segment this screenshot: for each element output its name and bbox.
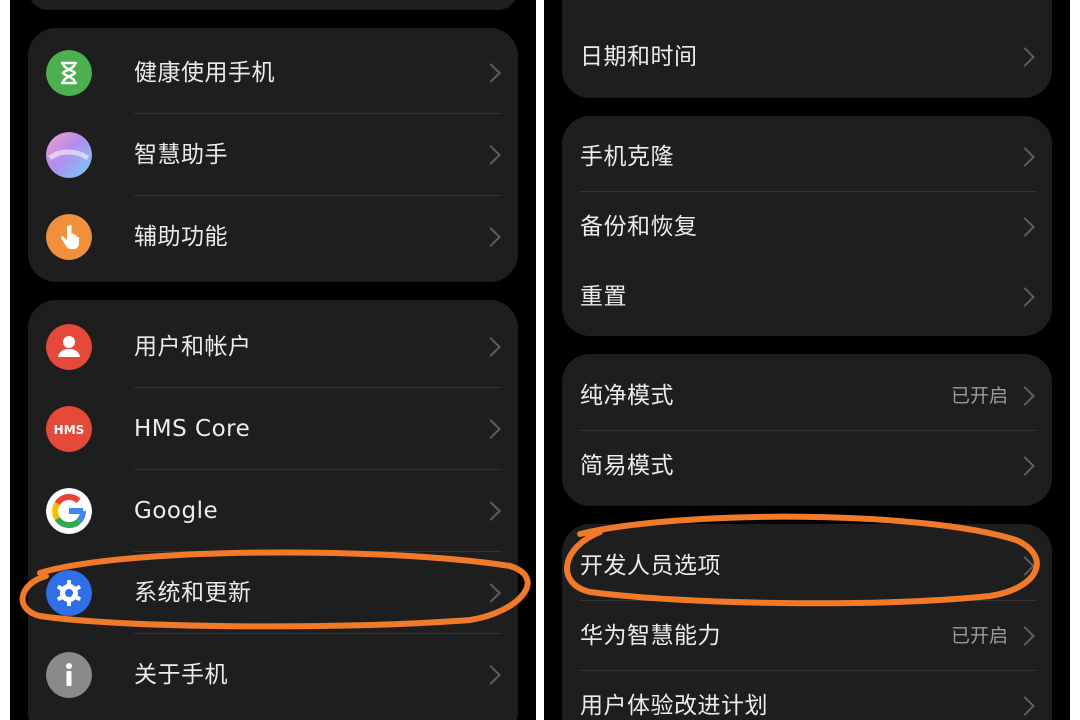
settings-item-label: 纯净模式 <box>580 383 674 409</box>
chevron-right-icon <box>1015 626 1035 646</box>
chevron-right-icon <box>481 145 501 165</box>
settings-item-developer-options[interactable]: 开发人员选项 <box>562 531 1052 601</box>
settings-item-phone-clone[interactable]: 手机克隆 <box>562 122 1052 192</box>
settings-item-simple-mode[interactable]: 简易模式 <box>562 431 1052 501</box>
right-settings-screen: 日期和时间 手机克隆 备份和恢复 重置 纯净模式 已开启 简易模式 开发人员选项… <box>544 0 1070 720</box>
settings-item-label: 备份和恢复 <box>580 214 698 240</box>
settings-item-label: 华为智慧能力 <box>580 623 721 649</box>
chevron-right-icon <box>481 501 501 521</box>
gear-icon <box>46 570 92 616</box>
chevron-right-icon <box>481 63 501 83</box>
settings-item-label: 日期和时间 <box>580 44 698 70</box>
hms-core-icon: HMS <box>46 406 92 452</box>
settings-item-label: 开发人员选项 <box>580 553 721 579</box>
settings-item-about-phone[interactable]: 关于手机 <box>28 634 518 716</box>
settings-item-label: 健康使用手机 <box>134 60 275 86</box>
settings-item-digital-balance[interactable]: 健康使用手机 <box>28 32 518 114</box>
settings-item-label: 简易模式 <box>580 453 674 479</box>
settings-item-label: 用户体验改进计划 <box>580 693 768 719</box>
settings-card-datetime: 日期和时间 <box>562 0 1052 98</box>
chevron-right-icon <box>481 665 501 685</box>
settings-item-label: Google <box>134 498 219 524</box>
settings-item-label: 用户和帐户 <box>134 334 252 360</box>
chevron-right-icon <box>481 337 501 357</box>
user-icon <box>46 324 92 370</box>
chevron-right-icon <box>1015 147 1035 167</box>
settings-item-accessibility[interactable]: 辅助功能 <box>28 196 518 278</box>
hand-touch-icon <box>46 214 92 260</box>
settings-card-developer: 开发人员选项 华为智慧能力 已开启 用户体验改进计划 <box>562 524 1052 720</box>
settings-item-label: HMS Core <box>134 416 251 442</box>
chevron-right-icon <box>481 419 501 439</box>
settings-card-2: 用户和帐户 HMS HMS Core Google 系统和更新 关于手机 <box>28 300 518 720</box>
settings-card-backup: 手机克隆 备份和恢复 重置 <box>562 116 1052 336</box>
status-text: 已开启 <box>950 625 1008 647</box>
hms-icon-text: HMS <box>54 423 85 437</box>
google-g-icon <box>46 488 92 534</box>
settings-item-system-update[interactable]: 系统和更新 <box>28 552 518 634</box>
settings-item-users-accounts[interactable]: 用户和帐户 <box>28 306 518 388</box>
chevron-right-icon <box>1015 47 1035 67</box>
settings-item-label: 关于手机 <box>134 662 228 688</box>
chevron-right-icon <box>481 227 501 247</box>
left-settings-screen: 健康使用手机 智慧助手 辅助功能 用户和帐户 HMS HMS Core Goog… <box>10 0 536 720</box>
settings-item-huawei-ai[interactable]: 华为智慧能力 已开启 <box>562 601 1052 671</box>
chevron-right-icon <box>1015 386 1035 406</box>
settings-item-label: 辅助功能 <box>134 224 228 250</box>
chevron-right-icon <box>1015 456 1035 476</box>
settings-item-google[interactable]: Google <box>28 470 518 552</box>
hourglass-icon <box>46 50 92 96</box>
info-icon <box>46 652 92 698</box>
chevron-right-icon <box>1015 696 1035 716</box>
settings-item-hms-core[interactable]: HMS HMS Core <box>28 388 518 470</box>
settings-item-user-experience[interactable]: 用户体验改进计划 <box>562 671 1052 720</box>
settings-item-backup-restore[interactable]: 备份和恢复 <box>562 192 1052 262</box>
settings-item-smart-assistant[interactable]: 智慧助手 <box>28 114 518 196</box>
settings-item-label: 智慧助手 <box>134 142 228 168</box>
chevron-right-icon <box>1015 556 1035 576</box>
assistant-gradient-icon <box>46 132 92 178</box>
chevron-right-icon <box>1015 287 1035 307</box>
settings-item-date-time[interactable]: 日期和时间 <box>562 22 1052 92</box>
settings-card-top-partial <box>28 0 518 10</box>
status-text: 已开启 <box>950 385 1008 407</box>
settings-item-label: 系统和更新 <box>134 580 252 606</box>
settings-item-label: 手机克隆 <box>580 144 674 170</box>
settings-card-1: 健康使用手机 智慧助手 辅助功能 <box>28 28 518 282</box>
chevron-right-icon <box>481 583 501 603</box>
settings-card-modes: 纯净模式 已开启 简易模式 <box>562 354 1052 506</box>
chevron-right-icon <box>1015 217 1035 237</box>
settings-item-label: 重置 <box>580 284 627 310</box>
settings-item-pure-mode[interactable]: 纯净模式 已开启 <box>562 361 1052 431</box>
settings-item-reset[interactable]: 重置 <box>562 262 1052 332</box>
